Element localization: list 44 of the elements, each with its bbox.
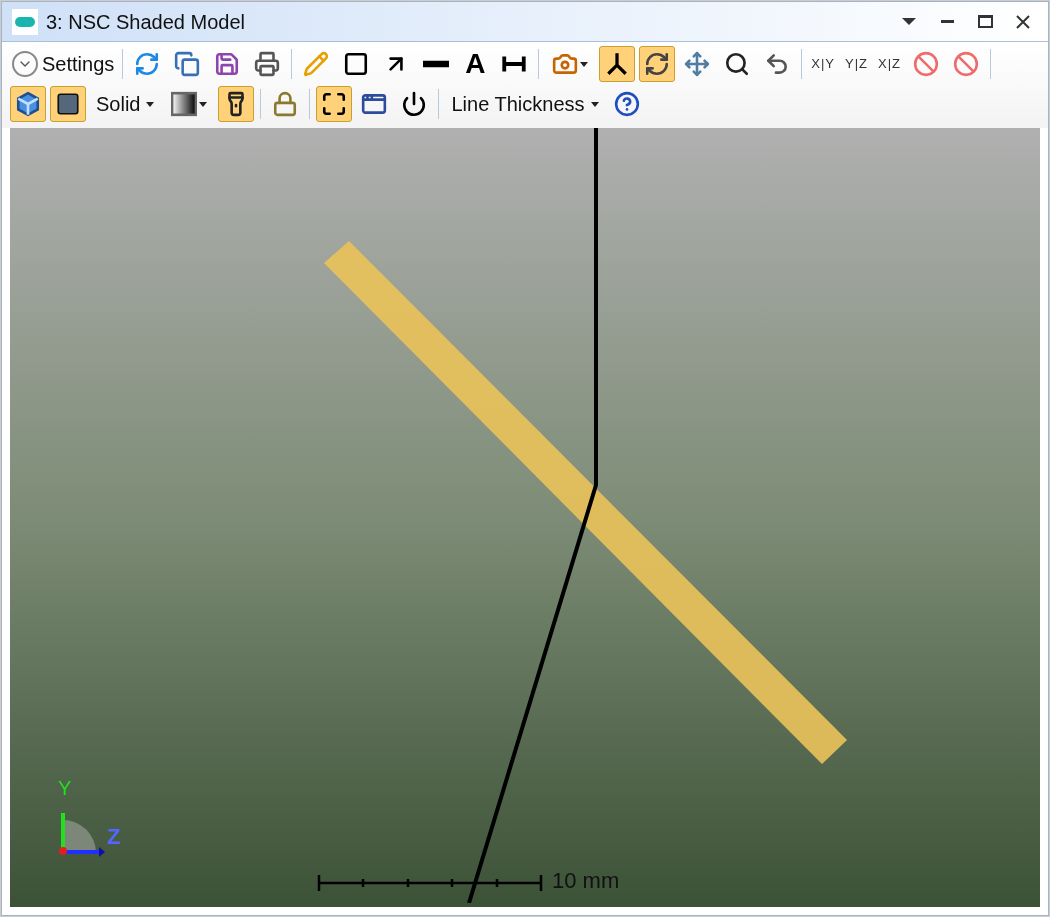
pencil-icon — [303, 51, 330, 77]
cube-icon — [15, 91, 41, 117]
camera-icon — [552, 51, 579, 77]
search-icon — [724, 51, 751, 77]
windows-icon — [361, 91, 388, 117]
window-title: 3: NSC Shaded Model — [46, 9, 245, 35]
caret-icon — [590, 101, 599, 107]
caret-icon — [580, 61, 589, 67]
no-entry-icon — [953, 51, 979, 77]
fit-window-button[interactable] — [316, 86, 353, 122]
solid-block-icon — [55, 91, 81, 117]
rotate-button[interactable] — [639, 46, 676, 82]
caret-icon — [146, 101, 155, 107]
help-icon — [613, 91, 640, 117]
gradient-icon — [171, 91, 198, 117]
fit-window-icon — [321, 91, 348, 117]
dropdown-button[interactable]: Solid — [90, 88, 161, 120]
scale-label: 10 mm — [552, 870, 620, 892]
copy-icon — [174, 51, 201, 77]
lock-icon — [272, 91, 299, 117]
solid-block-button[interactable] — [50, 86, 86, 122]
axis-label: Y — [58, 778, 72, 798]
refresh-icon — [134, 51, 161, 77]
cube-button[interactable] — [10, 86, 46, 122]
dropdown-button[interactable]: Line Thickness — [445, 88, 605, 120]
move-icon — [684, 51, 711, 77]
view-plane-button[interactable]: Y|Z — [842, 48, 871, 80]
axis-triad-drawing — [59, 813, 105, 857]
text-tool-button[interactable]: A — [458, 47, 493, 81]
settings-button[interactable]: Settings — [10, 48, 117, 80]
caret-icon — [199, 101, 208, 107]
power-icon — [401, 91, 428, 117]
rectangle-icon — [343, 51, 370, 77]
axes-button[interactable] — [599, 46, 636, 82]
close-icon — [1015, 13, 1031, 30]
view-plane-button[interactable]: X|Y — [808, 48, 838, 80]
app-icon — [12, 8, 38, 35]
printer-icon — [254, 51, 281, 77]
axis-label: Z — [107, 826, 121, 848]
flashlight-button[interactable] — [218, 86, 255, 122]
save-icon — [214, 51, 241, 77]
rotate-icon — [644, 51, 671, 77]
view-plane-button[interactable]: X|Z — [875, 48, 904, 80]
no-entry-icon — [913, 51, 939, 77]
